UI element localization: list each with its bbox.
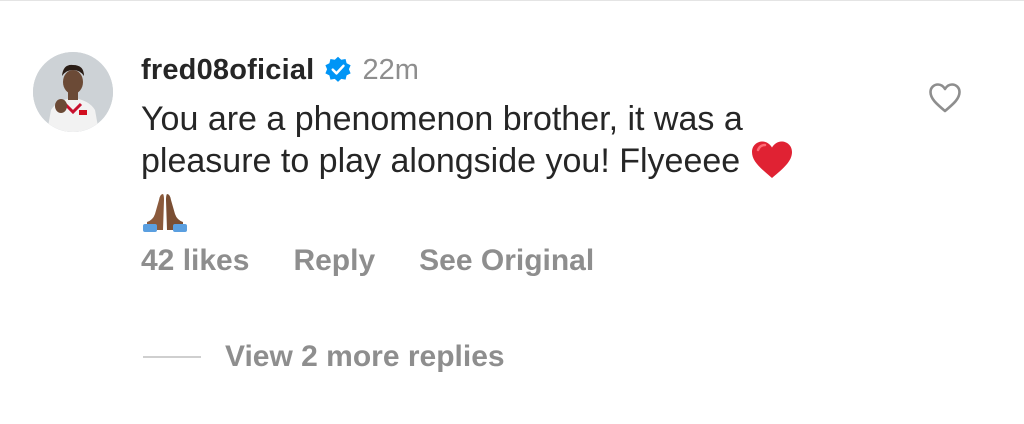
comment-header: fred08oficial 22m (141, 52, 881, 88)
verified-badge-icon (324, 56, 352, 84)
folded-hands-icon (141, 190, 189, 242)
red-heart-icon (750, 140, 794, 190)
view-replies-button[interactable]: View 2 more replies (143, 340, 505, 374)
comment-content: fred08oficial 22m You are a phenomenon b… (141, 52, 881, 242)
reply-button[interactable]: Reply (293, 244, 375, 278)
heart-outline-icon[interactable] (928, 82, 962, 114)
likes-count[interactable]: 42 likes (141, 244, 249, 278)
username[interactable]: fred08oficial (141, 54, 314, 87)
comment-text-main: You are a phenomenon brother, it was a p… (141, 100, 743, 180)
comment-view: fred08oficial 22m You are a phenomenon b… (0, 0, 1024, 424)
replies-divider (143, 356, 201, 358)
view-replies-label: View 2 more replies (225, 340, 505, 373)
comment-actions: 42 likes Reply See Original (141, 244, 638, 278)
timestamp: 22m (362, 53, 419, 86)
see-original-button[interactable]: See Original (419, 244, 594, 278)
comment-text: You are a phenomenon brother, it was a p… (141, 98, 871, 242)
avatar[interactable] (33, 52, 113, 132)
top-divider (0, 0, 1024, 1)
